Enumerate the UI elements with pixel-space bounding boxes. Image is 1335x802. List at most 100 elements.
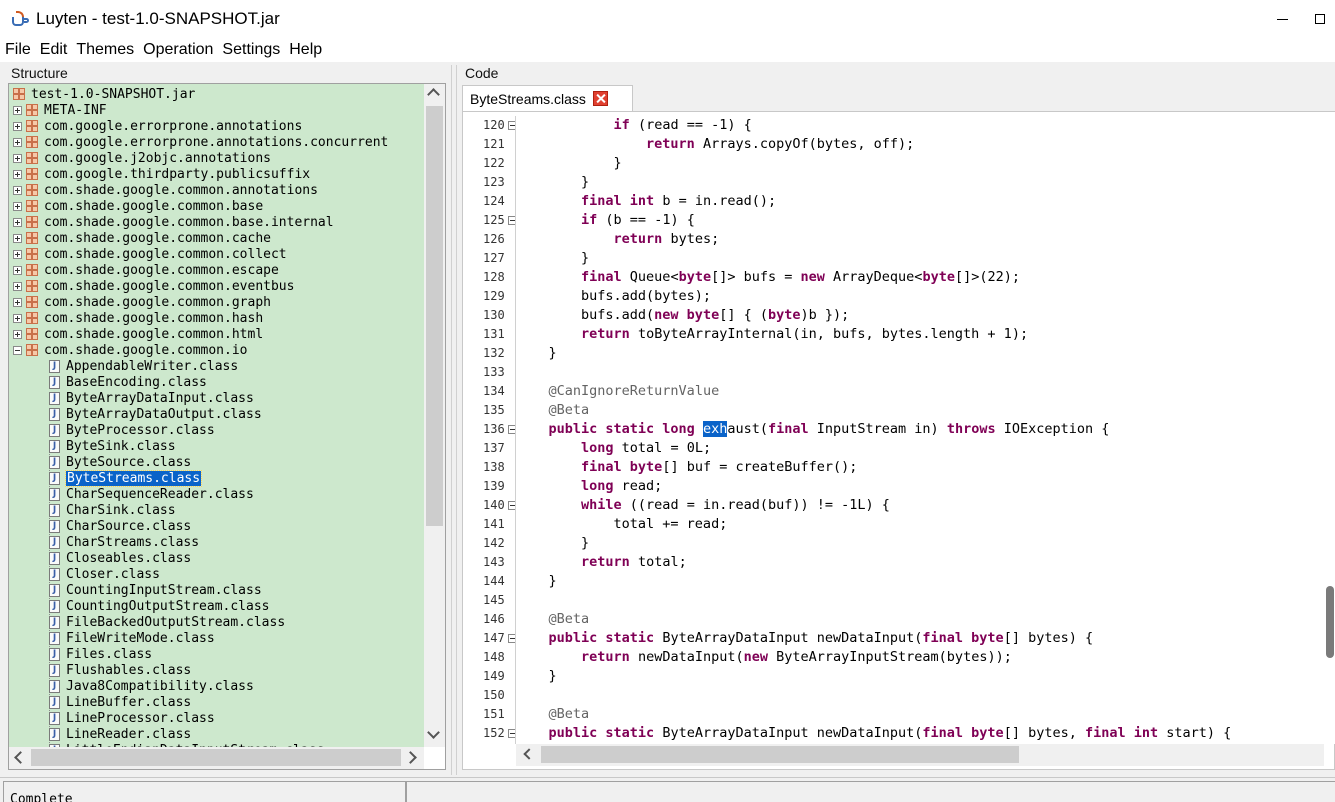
tree-class-item[interactable]: J BaseEncoding.class bbox=[49, 374, 207, 390]
line-number: 125 bbox=[483, 213, 505, 227]
expand-icon[interactable] bbox=[13, 153, 22, 163]
tree-package-item[interactable]: com.shade.google.common.html bbox=[13, 326, 263, 342]
expand-icon[interactable] bbox=[13, 313, 22, 323]
tree-class-item[interactable]: J LineBuffer.class bbox=[49, 694, 191, 710]
tree-package-item[interactable]: test-1.0-SNAPSHOT.jar bbox=[13, 86, 195, 102]
tree-vertical-scroll-thumb[interactable] bbox=[426, 106, 443, 526]
tree-class-item[interactable]: J Java8Compatibility.class bbox=[49, 678, 254, 694]
menu-operation[interactable]: Operation bbox=[143, 41, 213, 59]
tree-package-item[interactable]: com.shade.google.common.cache bbox=[13, 230, 271, 246]
tree-class-item[interactable]: J LineProcessor.class bbox=[49, 710, 215, 726]
expand-icon[interactable] bbox=[13, 329, 22, 339]
expand-icon[interactable] bbox=[13, 249, 22, 259]
split-pane-divider[interactable] bbox=[451, 65, 457, 775]
tree-package-item[interactable]: com.shade.google.common.escape bbox=[13, 262, 279, 278]
tree-class-item[interactable]: J ByteSource.class bbox=[49, 454, 191, 470]
tree-class-item[interactable]: J CountingOutputStream.class bbox=[49, 598, 270, 614]
keyword-token: final int bbox=[581, 193, 655, 209]
java-class-icon: J bbox=[49, 567, 60, 581]
tree-package-item[interactable]: com.shade.google.common.io bbox=[13, 342, 248, 358]
tree-item-label: CharSink.class bbox=[66, 502, 176, 518]
scroll-down-icon[interactable] bbox=[427, 726, 440, 739]
menu-settings[interactable]: Settings bbox=[222, 41, 280, 59]
line-number: 123 bbox=[483, 175, 505, 189]
tree-package-item[interactable]: com.shade.google.common.collect bbox=[13, 246, 287, 262]
tree-package-item[interactable]: com.shade.google.common.graph bbox=[13, 294, 271, 310]
tree-vertical-scrollbar[interactable] bbox=[424, 84, 445, 747]
scroll-right-icon[interactable] bbox=[404, 751, 417, 764]
code-text-area[interactable]: if (read == -1) { return Arrays.copyOf(b… bbox=[516, 116, 1324, 744]
expand-icon[interactable] bbox=[13, 105, 22, 115]
menu-themes[interactable]: Themes bbox=[76, 41, 134, 59]
tree-class-item[interactable]: J CharSource.class bbox=[49, 518, 191, 534]
tree-package-item[interactable]: com.shade.google.common.hash bbox=[13, 310, 263, 326]
tree-class-item[interactable]: J CountingInputStream.class bbox=[49, 582, 262, 598]
maximize-button[interactable] bbox=[1305, 0, 1335, 38]
code-token: newDataInput( bbox=[629, 649, 744, 665]
fold-toggle-icon[interactable] bbox=[508, 729, 515, 738]
scroll-up-icon[interactable] bbox=[427, 88, 440, 101]
tree-class-item[interactable]: J Closer.class bbox=[49, 566, 160, 582]
editor-horizontal-scrollbar[interactable] bbox=[516, 744, 1324, 766]
expand-icon[interactable] bbox=[13, 217, 22, 227]
tree-class-item[interactable]: J LineReader.class bbox=[49, 726, 191, 742]
tree-class-item[interactable]: J ByteSink.class bbox=[49, 438, 176, 454]
tree-class-item[interactable]: J ByteProcessor.class bbox=[49, 422, 215, 438]
java-class-icon: J bbox=[49, 519, 60, 533]
tree-package-item[interactable]: META-INF bbox=[13, 102, 107, 118]
expand-icon[interactable] bbox=[13, 265, 22, 275]
tree-class-item[interactable]: J Files.class bbox=[49, 646, 152, 662]
fold-toggle-icon[interactable] bbox=[508, 425, 515, 434]
expand-icon[interactable] bbox=[13, 201, 22, 211]
tree-class-item[interactable]: J CharSink.class bbox=[49, 502, 176, 518]
code-editor[interactable]: 120 121 122 123 124 125 126 127 128 129 130 131 132 1… bbox=[462, 111, 1335, 770]
tree-class-item[interactable]: J AppendableWriter.class bbox=[49, 358, 238, 374]
tree-class-item[interactable]: J CharSequenceReader.class bbox=[49, 486, 254, 502]
tree-class-item[interactable]: J FileBackedOutputStream.class bbox=[49, 614, 285, 630]
tree-package-item[interactable]: com.google.thirdparty.publicsuffix bbox=[13, 166, 310, 182]
tree-horizontal-scroll-thumb[interactable] bbox=[31, 749, 401, 766]
tree-package-item[interactable]: com.google.errorprone.annotations bbox=[13, 118, 302, 134]
line-number: 139 bbox=[483, 479, 505, 493]
tree-class-item[interactable]: J ByteStreams.class bbox=[49, 469, 203, 487]
editor-vertical-scroll-thumb[interactable] bbox=[1326, 586, 1334, 658]
scroll-left-icon[interactable] bbox=[14, 751, 27, 764]
expand-icon[interactable] bbox=[13, 121, 22, 131]
fold-toggle-icon[interactable] bbox=[508, 121, 515, 130]
menu-edit[interactable]: Edit bbox=[40, 41, 68, 59]
expand-icon[interactable] bbox=[13, 297, 22, 307]
menu-help[interactable]: Help bbox=[289, 41, 322, 59]
code-line: } bbox=[516, 344, 557, 363]
minimize-button[interactable] bbox=[1259, 0, 1305, 38]
tree-horizontal-scrollbar[interactable] bbox=[9, 747, 424, 769]
editor-horizontal-scroll-thumb[interactable] bbox=[541, 746, 1019, 763]
tree-package-item[interactable]: com.shade.google.common.eventbus bbox=[13, 278, 294, 294]
tree-package-item[interactable]: com.shade.google.common.base bbox=[13, 198, 263, 214]
tree-package-item[interactable]: com.google.j2objc.annotations bbox=[13, 150, 271, 166]
fold-toggle-icon[interactable] bbox=[508, 634, 515, 643]
tree-class-item[interactable]: J CharStreams.class bbox=[49, 534, 199, 550]
tree-class-item[interactable]: J Flushables.class bbox=[49, 662, 191, 678]
expand-icon[interactable] bbox=[13, 185, 22, 195]
editor-vertical-scrollbar[interactable] bbox=[1324, 112, 1335, 744]
tree-class-item[interactable]: J ByteArrayDataOutput.class bbox=[49, 406, 262, 422]
tree-package-item[interactable]: com.shade.google.common.annotations bbox=[13, 182, 318, 198]
collapse-icon[interactable] bbox=[13, 345, 22, 355]
expand-icon[interactable] bbox=[13, 281, 22, 291]
fold-toggle-icon[interactable] bbox=[508, 501, 515, 510]
tree-class-item[interactable]: J ByteArrayDataInput.class bbox=[49, 390, 254, 406]
tree-package-item[interactable]: com.google.errorprone.annotations.concur… bbox=[13, 134, 388, 150]
code-line: return Arrays.copyOf(bytes, off); bbox=[516, 135, 914, 154]
tree-package-item[interactable]: com.shade.google.common.base.internal bbox=[13, 214, 334, 230]
menu-file[interactable]: File bbox=[5, 41, 31, 59]
close-icon[interactable] bbox=[592, 91, 608, 106]
scroll-left-icon[interactable] bbox=[523, 748, 535, 760]
expand-icon[interactable] bbox=[13, 233, 22, 243]
code-line: total += read; bbox=[516, 515, 728, 534]
expand-icon[interactable] bbox=[13, 169, 22, 179]
expand-icon[interactable] bbox=[13, 137, 22, 147]
tab-bytestreams[interactable]: ByteStreams.class bbox=[462, 85, 633, 111]
fold-toggle-icon[interactable] bbox=[508, 216, 515, 225]
tree-class-item[interactable]: J Closeables.class bbox=[49, 550, 191, 566]
tree-class-item[interactable]: J FileWriteMode.class bbox=[49, 630, 215, 646]
